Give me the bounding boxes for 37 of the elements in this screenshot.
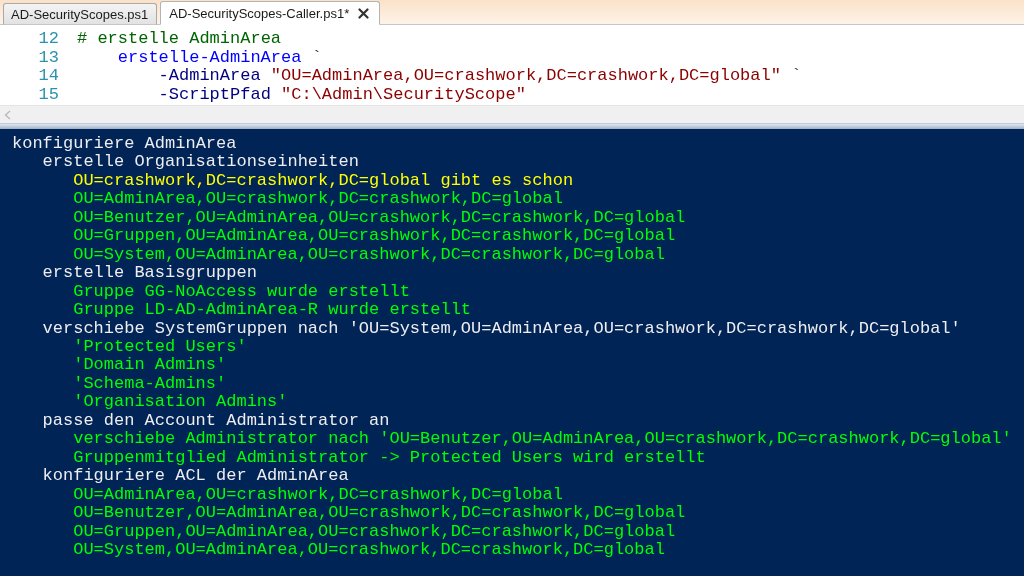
console-output-line: OU=Benutzer,OU=AdminArea,OU=crashwork,DC=crashwork,DC=global (73, 503, 686, 523)
line-number: 12 (38, 29, 59, 48)
console-output-line: verschiebe SystemGruppen nach 'OU=System,OU=AdminArea,OU=crashwork,DC=crashwork,DC=global' (42, 318, 961, 338)
console-output-line: OU=System,OU=AdminArea,OU=crashwork,DC=crashwork,DC=global (73, 539, 665, 559)
console-output-line: passe den Account Administrator an (42, 410, 390, 430)
close-icon[interactable] (358, 7, 370, 19)
console-output-line: 'Protected Users' (73, 337, 247, 356)
code-line: erstelle-AdminArea ` (117, 47, 322, 67)
line-number: 15 (38, 84, 59, 104)
console-output-line: OU=AdminArea,OU=crashwork,DC=crashwork,DC=global (73, 189, 563, 209)
console-output-line: konfiguriere ACL der AdminArea (42, 466, 349, 486)
console-output-line: konfiguriere AdminArea (12, 134, 237, 153)
console-output-line: Gruppe LD-AD-AdminArea-R wurde erstellt (73, 300, 472, 320)
horizontal-scrollbar[interactable] (0, 105, 1024, 123)
console-output-line: erstelle Organisationseinheiten (42, 152, 359, 172)
code-line: -AdminArea "OU=AdminArea,OU=crashwork,DC=crashwork,DC=global" ` (158, 66, 802, 85)
console-output-line: 'Schema-Admins' (73, 373, 227, 393)
line-number: 14 (38, 66, 59, 85)
script-editor-pane[interactable]: 12 # erstelle AdminArea 13 erstelle-AdminArea ` 14 -AdminArea "OU=AdminArea,OU=crashwork,DC=crashwork,DC=global" ` 15 -ScriptPfad "C:\Admin\SecurityScope" (0, 25, 1024, 105)
console-output-line: OU=AdminArea,OU=crashwork,DC=crashwork,DC=global (73, 484, 563, 504)
console-output-line: Gruppe GG-NoAccess wurde erstellt (73, 281, 410, 301)
chevron-left-icon[interactable] (4, 109, 11, 120)
console-output-line: OU=Gruppen,OU=AdminArea,OU=crashwork,DC=crashwork,DC=global (73, 226, 676, 246)
console-output-line: OU=Gruppen,OU=AdminArea,OU=crashwork,DC=crashwork,DC=global (73, 521, 676, 541)
console-output-line: 'Organisation Admins' (73, 392, 288, 412)
console-output-line: 'Domain Admins' (73, 355, 227, 375)
code-line: -ScriptPfad "C:\Admin\SecurityScope" (158, 84, 526, 104)
code-line: # erstelle AdminArea (77, 29, 282, 48)
console-output-line: erstelle Basisgruppen (42, 263, 257, 283)
console-output-line: OU=Benutzer,OU=AdminArea,OU=crashwork,DC=crashwork,DC=global (73, 207, 686, 227)
line-number: 13 (38, 47, 59, 67)
file-tab[interactable]: AD-SecurityScopes.ps1 (3, 3, 158, 25)
console-output-line: OU=crashwork,DC=crashwork,DC=global gibt es schon (73, 170, 574, 190)
console-output-line: OU=System,OU=AdminArea,OU=crashwork,DC=crashwork,DC=global (73, 244, 665, 264)
console-output-line: verschiebe Administrator nach 'OU=Benutzer,OU=AdminArea,OU=crashwork,DC=crashwork,DC=global' (73, 429, 1012, 449)
console-output-line: Gruppenmitglied Administrator -> Protected Users wird erstellt (73, 447, 706, 467)
file-tab[interactable]: AD-SecurityScopes-Caller.ps1* (160, 1, 381, 25)
